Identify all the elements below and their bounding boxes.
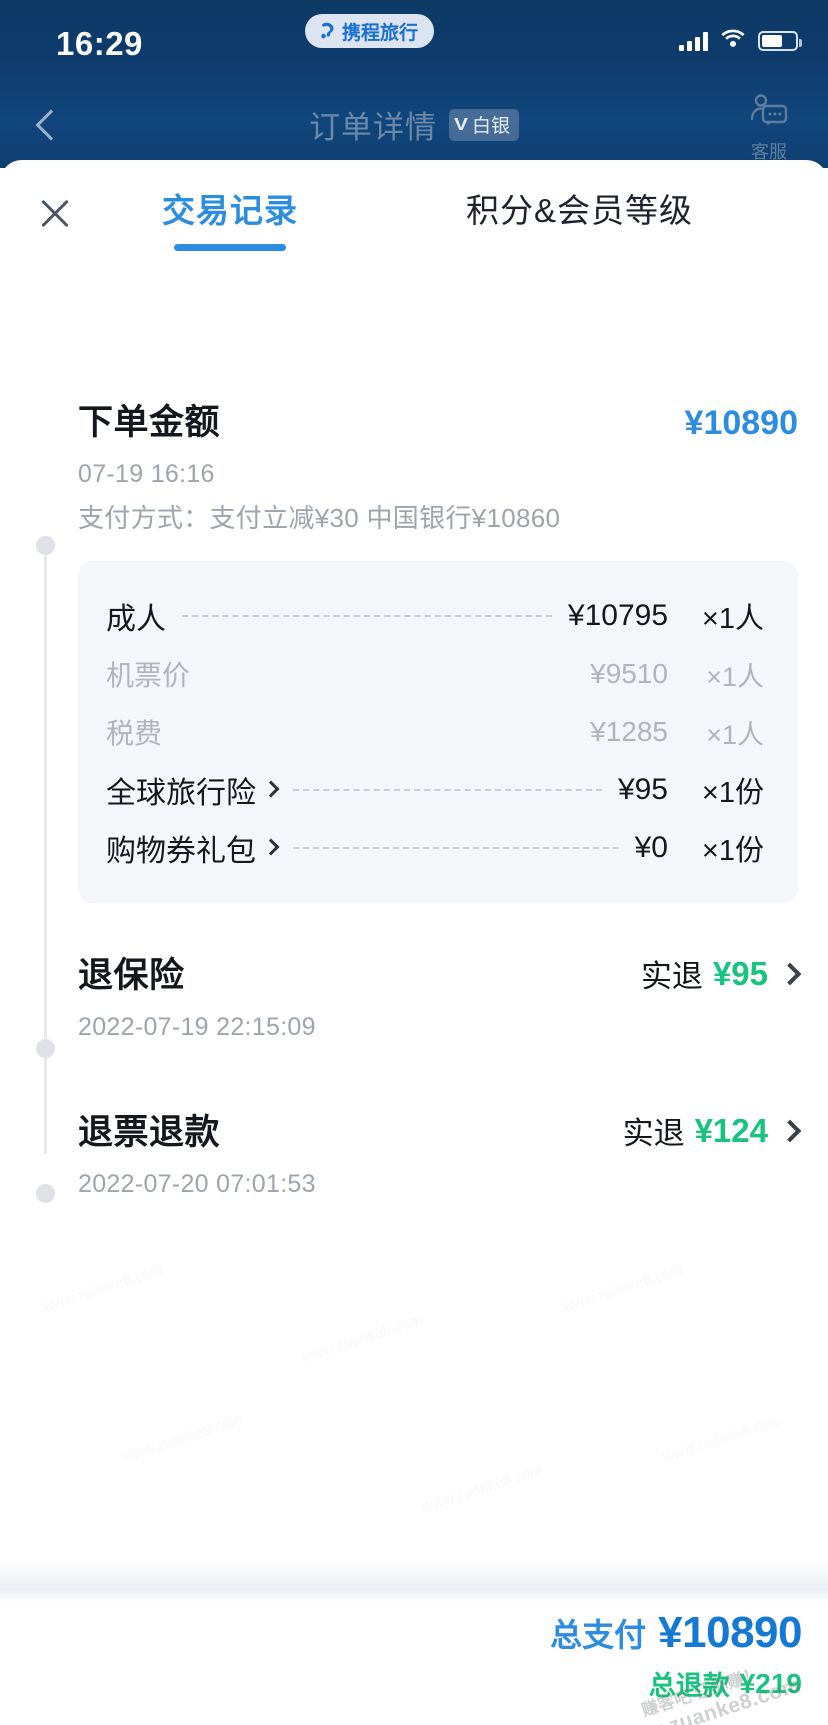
refund-amount: ¥95 <box>712 954 768 992</box>
dashed-filler <box>206 674 574 675</box>
price-row-value: ¥0 <box>634 831 668 864</box>
footer-divider <box>0 1560 828 1602</box>
totals-group: 总支付 ¥10890 总退款 ¥219 <box>550 1608 802 1703</box>
refund-amount: ¥124 <box>694 1111 768 1149</box>
insurance-refund-time: 2022-07-19 22:15:09 <box>78 1013 316 1041</box>
dashed-filler <box>293 789 602 791</box>
status-bar: 16:29 携程旅行 <box>0 0 828 80</box>
status-bar-clock: 16:29 <box>56 25 143 62</box>
price-row-label: 成人 <box>106 603 166 636</box>
navigation-bar: 订单详情 V 白银 客服 <box>0 82 828 168</box>
tab-transaction-records[interactable]: 交易记录 <box>162 184 298 232</box>
customer-service-button[interactable]: 客服 <box>732 92 806 164</box>
transaction-timeline: 下单金额 ¥10890 07-19 16:16 支付方式：支付立减¥30 中国银… <box>0 394 828 1203</box>
timeline-entry-order: 下单金额 ¥10890 07-19 16:16 支付方式：支付立减¥30 中国银… <box>0 394 828 903</box>
price-row-value: ¥9510 <box>590 658 668 689</box>
total-refund-label: 总退款 <box>648 1671 730 1701</box>
price-row-shopping-voucher[interactable]: 购物券礼包 ¥0 ×1份 <box>106 819 764 877</box>
nav-title-group: 订单详情 V 白银 <box>0 102 828 147</box>
price-row-label: 全球旅行险 <box>106 777 256 810</box>
price-row-label: 税费 <box>106 718 163 749</box>
price-row-qty: ×1份 <box>701 777 764 809</box>
app-logo-pill: 携程旅行 <box>305 14 435 48</box>
total-paid-value: ¥10890 <box>658 1608 802 1657</box>
ticket-refund-header: 退票退款 实退 ¥124 <box>78 1104 802 1155</box>
dashed-filler <box>293 847 619 849</box>
price-row-label-group: 购物券礼包 <box>106 826 280 870</box>
price-row-tax: 税费 ¥1285 ×1人 <box>106 703 764 761</box>
order-amount: ¥10890 <box>684 404 798 442</box>
chevron-right-icon <box>262 838 280 856</box>
price-row-label-group: 全球旅行险 <box>106 768 280 812</box>
vip-level-badge[interactable]: V 白银 <box>448 108 520 141</box>
insurance-refund-title: 退保险 <box>78 956 185 995</box>
chevron-right-icon <box>262 780 280 798</box>
dashed-filler <box>182 615 552 617</box>
price-row-qty: ×1人 <box>701 603 764 635</box>
vip-level-label: 白银 <box>472 115 511 137</box>
battery-icon <box>758 30 802 51</box>
total-paid-label: 总支付 <box>550 1617 647 1653</box>
tab-points-membership[interactable]: 积分&会员等级 <box>466 184 693 232</box>
chevron-right-icon <box>778 962 802 985</box>
transaction-sheet: 交易记录 积分&会员等级 下单金额 ¥10890 07-19 16:16 支付方… <box>0 160 828 1725</box>
order-title: 下单金额 <box>78 403 221 442</box>
wifi-icon <box>720 28 746 53</box>
price-row-label: 机票价 <box>106 660 191 691</box>
price-row-qty: ×1人 <box>706 719 764 750</box>
page-title: 订单详情 <box>308 110 437 145</box>
footer-summary-bar: 总支付 ¥10890 总退款 ¥219 赚客吧 让你赚！ www.zuanke8… <box>0 1560 828 1725</box>
ticket-refund-title: 退票退款 <box>78 1113 221 1152</box>
chevron-right-icon <box>778 1119 802 1142</box>
tab-bar: 交易记录 积分&会员等级 <box>0 160 828 272</box>
order-payment-method: 支付方式：支付立减¥30 中国银行¥10860 <box>78 503 561 533</box>
tab-active-indicator <box>174 244 286 251</box>
price-row-qty: ×1份 <box>701 835 764 867</box>
ctrip-logo-icon <box>316 21 337 42</box>
price-row-adult: 成人 ¥10795 ×1人 <box>106 587 764 645</box>
price-row-qty: ×1人 <box>706 661 764 692</box>
vip-v-icon: V <box>453 114 468 134</box>
customer-service-icon <box>748 94 790 136</box>
price-row-travel-insurance[interactable]: 全球旅行险 ¥95 ×1份 <box>106 761 764 819</box>
price-breakdown-card: 成人 ¥10795 ×1人 机票价 ¥9510 ×1人 税费 ¥1285 ×1人… <box>78 561 798 903</box>
price-row-value: ¥1285 <box>590 716 668 747</box>
order-time: 07-19 16:16 <box>78 460 215 488</box>
order-header: 下单金额 ¥10890 <box>78 394 798 445</box>
price-row-value: ¥10795 <box>567 599 668 632</box>
dashed-filler <box>178 732 574 733</box>
close-button[interactable] <box>26 184 84 242</box>
cellular-signal-icon <box>679 31 708 51</box>
total-refund-row: 总退款 ¥219 <box>550 1664 802 1703</box>
status-bar-indicators <box>679 28 802 53</box>
phone-screen: 16:29 携程旅行 订单详情 V 白银 客服 交易记录 积分&会员等级 下单金… <box>0 0 828 1725</box>
total-paid-row: 总支付 ¥10890 <box>550 1608 802 1658</box>
timeline-entry-insurance-refund[interactable]: 退保险 实退 ¥95 2022-07-19 22:15:09 <box>0 947 828 1042</box>
app-logo-label: 携程旅行 <box>342 21 419 44</box>
refund-label: 实退 <box>622 1116 685 1151</box>
refund-label: 实退 <box>640 959 703 994</box>
total-refund-value: ¥219 <box>739 1667 802 1699</box>
price-row-value: ¥95 <box>617 773 668 806</box>
price-row-label: 购物券礼包 <box>106 835 256 868</box>
timeline-entry-ticket-refund[interactable]: 退票退款 实退 ¥124 2022-07-20 07:01:53 <box>0 1104 828 1199</box>
ticket-refund-time: 2022-07-20 07:01:53 <box>78 1170 316 1198</box>
ticket-refund-amount-group: 实退 ¥124 <box>622 1108 802 1153</box>
insurance-refund-amount-group: 实退 ¥95 <box>640 951 802 996</box>
price-row-ticket-fare: 机票价 ¥9510 ×1人 <box>106 645 764 703</box>
insurance-refund-header: 退保险 实退 ¥95 <box>78 947 802 998</box>
